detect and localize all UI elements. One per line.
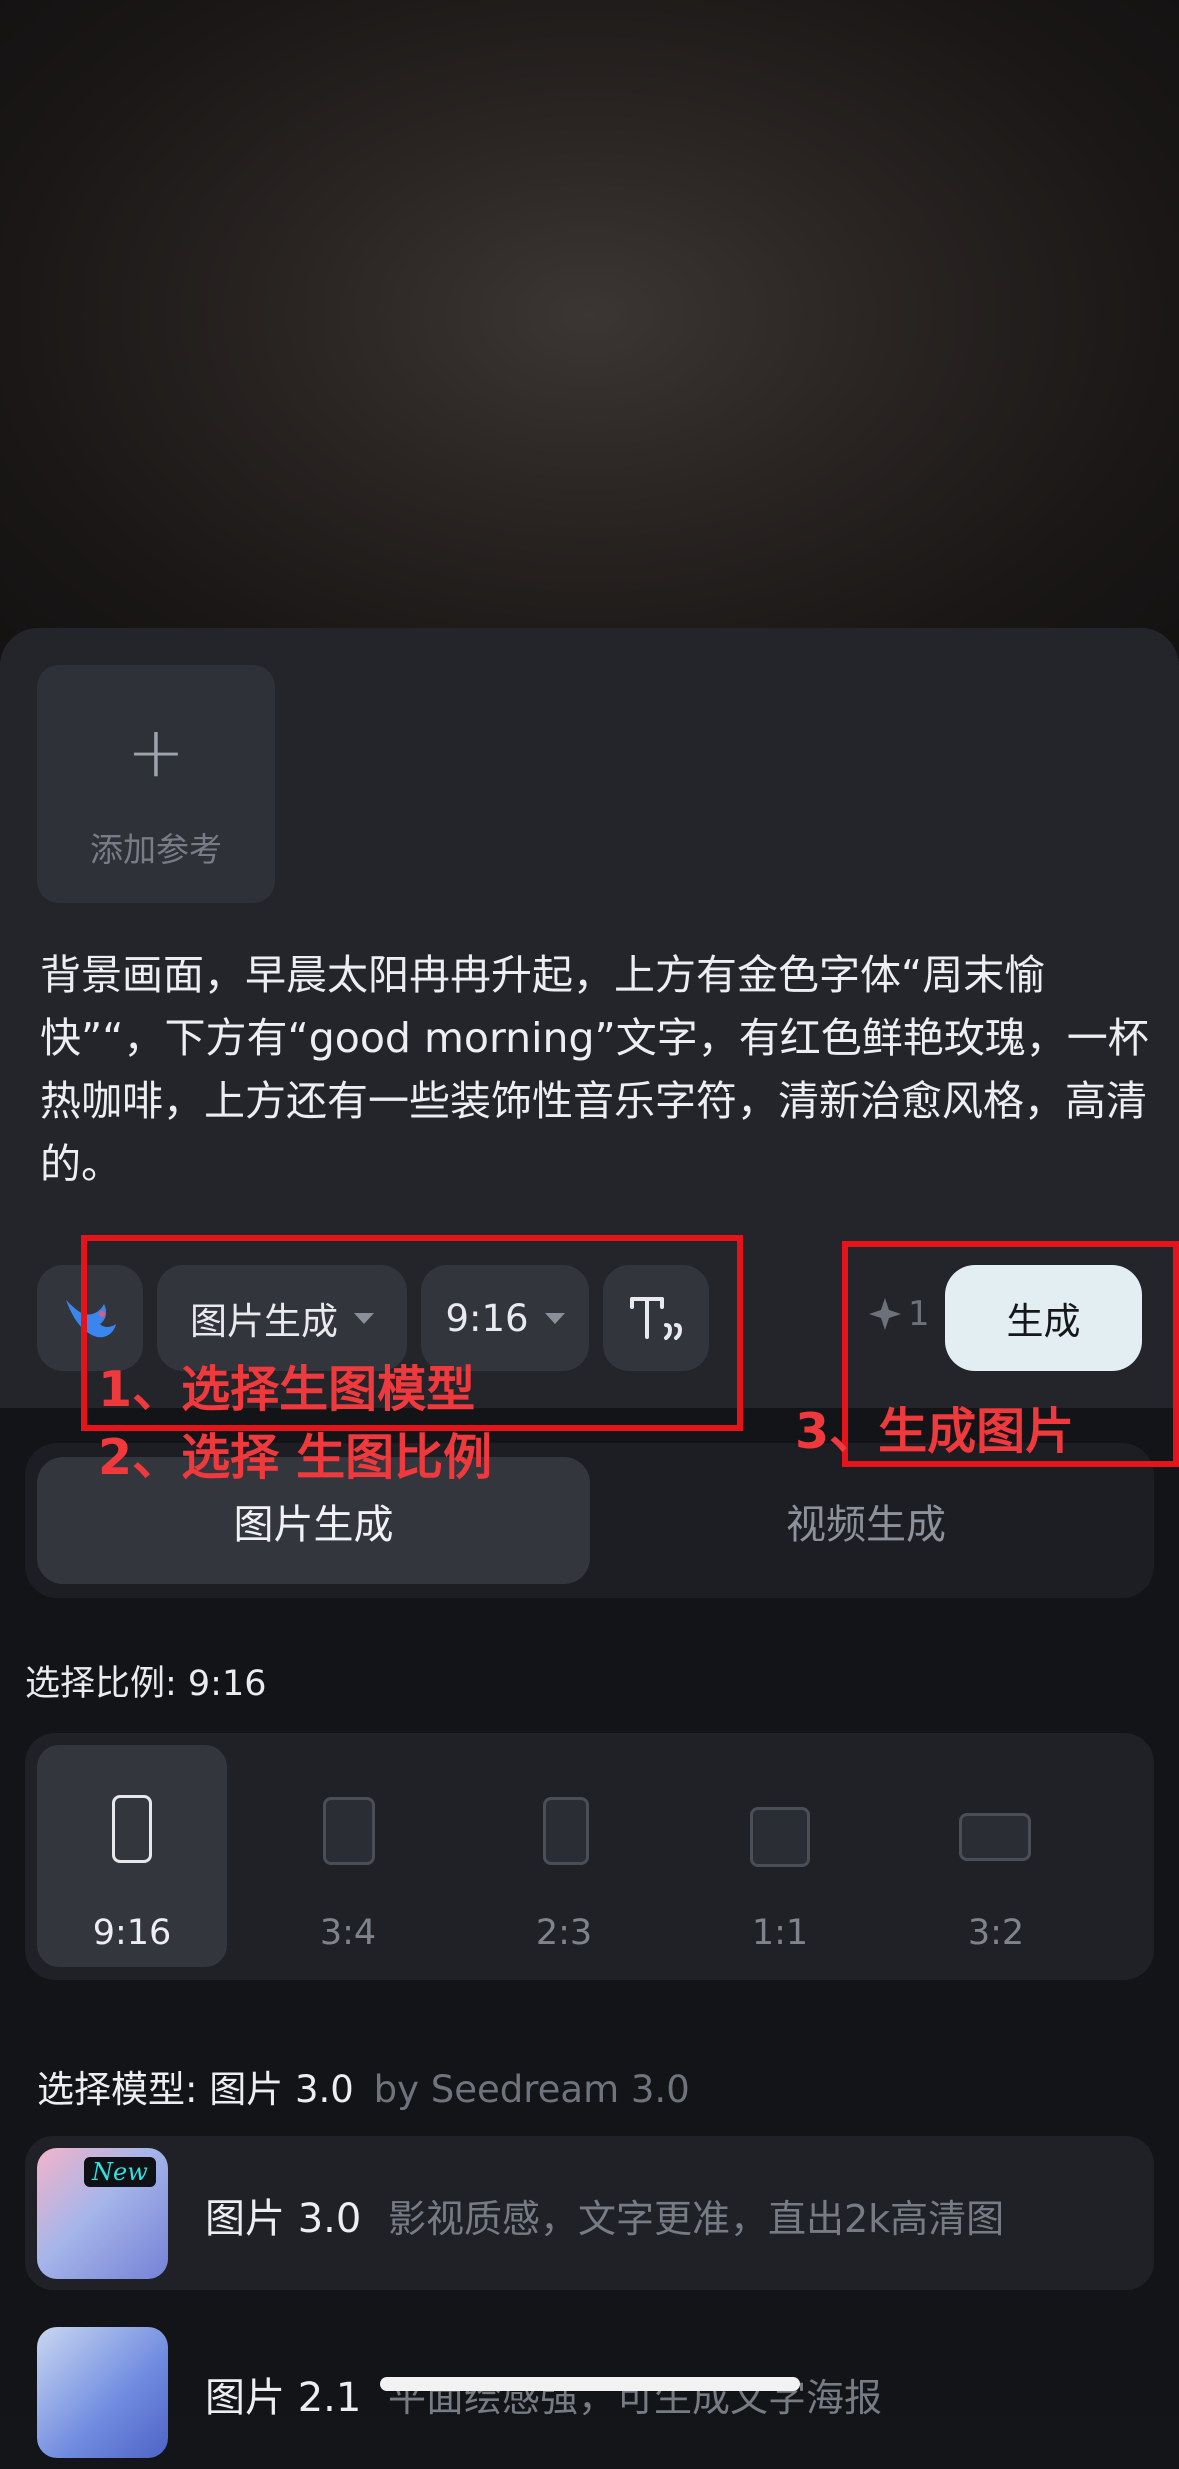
model-name: 图片 2.1: [205, 2375, 362, 2421]
prompt-text[interactable]: 背景画面，早晨太阳冉冉升起，上方有金色字体“周末愉快”“，下方有“good mo…: [40, 944, 1150, 1196]
add-reference-label: 添加参考: [90, 830, 222, 869]
model-name: 图片 3.0: [205, 2196, 362, 2242]
background-preview: [0, 0, 1179, 700]
ratio-option-3-2[interactable]: 3:2: [901, 1745, 1091, 1967]
ratio-label: 9:16: [92, 1913, 172, 1953]
model-option-2-1[interactable]: 图片 2.1 平面绘感强，可生成文字海报: [25, 2315, 1154, 2469]
ratio-9-16-icon: [112, 1795, 152, 1863]
ratio-label: 3:2: [967, 1913, 1025, 1953]
model-description: 影视质感，文字更准，直出2k高清图: [388, 2197, 1005, 2241]
ratio-label: 1:1: [751, 1913, 809, 1953]
new-badge: New: [84, 2157, 156, 2187]
model-thumbnail: New: [37, 2148, 168, 2279]
ratio-3-4-icon: [323, 1797, 375, 1865]
tab-video-generation[interactable]: 视频生成: [590, 1457, 1142, 1584]
annotation-step2: 2、选择 生图比例: [98, 1429, 493, 1486]
model-title-text: 选择模型: 图片 3.0: [37, 2068, 354, 2111]
annotation-step3: 3、生成图片: [795, 1403, 1075, 1460]
ratio-3-2-icon: [959, 1813, 1031, 1861]
model-option-3-0[interactable]: New 图片 3.0 影视质感，文字更准，直出2k高清图: [25, 2136, 1154, 2290]
add-reference-button[interactable]: + 添加参考: [37, 665, 275, 903]
plus-icon: +: [126, 711, 186, 793]
ratio-option-9-16[interactable]: 9:16: [37, 1745, 227, 1967]
ratio-label: 2:3: [535, 1913, 593, 1953]
ratio-option-1-1[interactable]: 1:1: [685, 1745, 875, 1967]
ratio-2-3-icon: [543, 1797, 589, 1865]
home-indicator[interactable]: [380, 2377, 800, 2391]
ratio-label: 3:4: [319, 1913, 377, 1953]
ratio-option-2-3[interactable]: 2:3: [469, 1745, 659, 1967]
ratio-1-1-icon: [750, 1807, 810, 1867]
model-thumbnail: [37, 2327, 168, 2458]
ratio-selector: 9:16 3:4 2:3 1:1 3:2: [25, 1733, 1154, 1980]
model-description: 平面绘感强，可生成文字海报: [388, 2376, 883, 2420]
model-provider: by Seedream 3.0: [373, 2068, 690, 2111]
model-section-title: 选择模型: 图片 3.0 by Seedream 3.0: [37, 2059, 690, 2113]
ratio-section-title: 选择比例: 9:16: [25, 1664, 267, 1704]
ratio-option-3-4[interactable]: 3:4: [253, 1745, 443, 1967]
annotation-step1: 1、选择生图模型: [98, 1361, 476, 1418]
